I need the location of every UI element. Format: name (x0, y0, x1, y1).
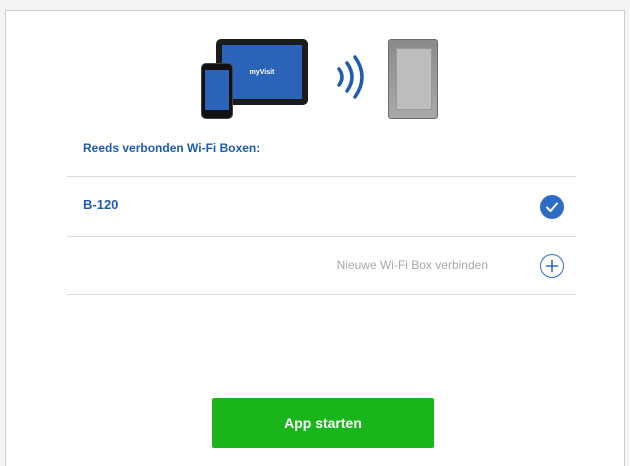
divider (67, 236, 576, 237)
hero-illustration: myVisit (201, 33, 451, 123)
app-start-button[interactable]: App starten (212, 398, 434, 448)
wifi-box-device-icon (388, 39, 438, 119)
phone-icon (201, 63, 233, 119)
device-row-b120[interactable]: B-120 (67, 179, 576, 235)
phone-screen (205, 70, 229, 110)
wifi-signal-icon (337, 55, 364, 99)
plus-circle-icon[interactable] (540, 254, 564, 278)
connected-boxes-title: Reeds verbonden Wi-Fi Boxen: (83, 141, 261, 155)
add-wifi-box-label: Nieuwe Wi-Fi Box verbinden (336, 258, 488, 272)
tablet-screen: myVisit (222, 45, 302, 99)
check-icon[interactable] (540, 195, 564, 219)
tablet-brand: myVisit (249, 68, 275, 76)
divider (67, 176, 576, 177)
wifi-box-panel (396, 48, 432, 110)
divider (67, 294, 576, 295)
device-name: B-120 (83, 197, 119, 212)
add-wifi-box-row[interactable]: Nieuwe Wi-Fi Box verbinden (67, 238, 576, 294)
app-screen: myVisit Reeds verbonden Wi-Fi Boxen: B-1… (5, 10, 625, 466)
